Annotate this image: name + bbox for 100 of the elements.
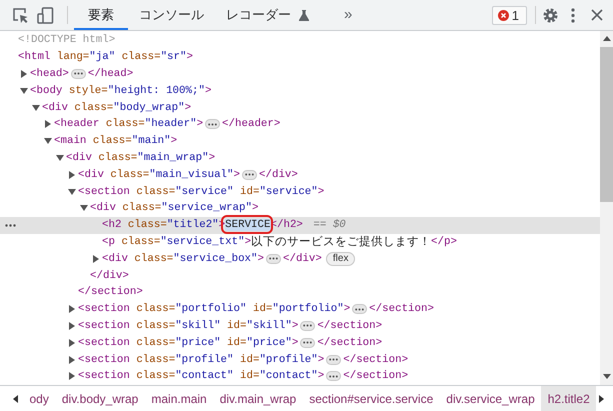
html-tag: <section	[78, 336, 130, 349]
html-tag: <div	[66, 152, 92, 164]
attribute-name: class=	[120, 236, 160, 248]
html-tag: </section>	[343, 370, 408, 382]
attribute-value: "portfolio"	[272, 303, 344, 316]
tree-row[interactable]: <div class="body_wrap">	[0, 99, 600, 116]
ellipsis-button[interactable]	[242, 170, 257, 180]
caret-icon[interactable]	[20, 88, 28, 94]
html-tag: </section>	[369, 303, 434, 316]
ellipsis-icon[interactable]	[5, 224, 16, 227]
attribute-value: "sr"	[160, 51, 186, 64]
tree-row[interactable]: </section>	[0, 284, 600, 301]
attribute-value: "portfolio"	[175, 303, 246, 316]
attribute-name: class=	[126, 219, 167, 232]
inspect-icon[interactable]	[12, 6, 29, 24]
panel-tab[interactable]: コンソール	[128, 0, 215, 30]
attribute-name: class=	[135, 303, 176, 316]
ellipsis-button[interactable]	[326, 371, 342, 382]
breadcrumb-item[interactable]: div.main_wrap	[213, 386, 303, 411]
caret-icon[interactable]	[32, 104, 40, 111]
ellipsis-icon	[303, 341, 312, 344]
tree-row[interactable]: <body style="height: 100%;">	[0, 82, 600, 100]
scroll-up-icon[interactable]	[602, 36, 610, 41]
html-tag: <main	[54, 135, 86, 148]
caret-icon[interactable]	[21, 70, 27, 78]
attribute-name: class=	[109, 168, 150, 181]
attribute-value: "service_txt"	[160, 236, 245, 248]
html-tag: </div>	[90, 270, 129, 282]
caret-icon[interactable]	[69, 170, 75, 179]
attribute-name: lang=	[56, 51, 90, 64]
tree-row[interactable]: <html lang="ja" class="sr">	[0, 48, 600, 66]
attribute-name: class=	[104, 118, 145, 130]
tree-row[interactable]: <main class="main">	[0, 132, 600, 150]
ellipsis-button[interactable]	[352, 304, 368, 314]
tree-row[interactable]: <section class="profile" id="profile"> </section>	[0, 351, 600, 368]
ellipsis-icon	[245, 173, 254, 176]
html-tag: <div	[102, 252, 128, 265]
tree-row[interactable]: <section class="skill" id="skill"> </section>	[0, 318, 600, 334]
attribute-name: id=	[252, 303, 272, 316]
ellipsis-button[interactable]	[70, 68, 86, 79]
more-options-icon[interactable]	[571, 8, 575, 22]
panel-tab[interactable]: レコーダー	[215, 0, 320, 30]
breadcrumb-item[interactable]: section#service.service	[302, 386, 440, 411]
tree-row[interactable]: <p class="service_txt">以下のサービスをご提供します！</p>	[0, 234, 600, 250]
breadcrumb-item[interactable]: ody	[23, 386, 56, 411]
ellipsis-icon	[329, 358, 338, 362]
tree-row[interactable]: <div class="main_wrap">	[0, 150, 600, 166]
caret-icon[interactable]	[80, 205, 88, 212]
attribute-value: "price"	[175, 336, 221, 349]
html-tag: </section>	[317, 336, 382, 349]
close-icon[interactable]	[591, 9, 603, 21]
html-tag: >	[184, 102, 192, 114]
scroll-left-icon[interactable]	[13, 394, 18, 402]
device-icon[interactable]	[37, 6, 54, 24]
tree-row[interactable]: <section class="contact" id="contact"> </section>	[0, 368, 600, 385]
scroll-right-icon[interactable]	[599, 394, 604, 402]
ellipsis-button[interactable]	[300, 338, 316, 348]
tree-row[interactable]: <section class="price" id="price"> </section>	[0, 334, 600, 352]
attribute-name: class=	[135, 320, 176, 332]
html-tag: >	[252, 202, 258, 214]
attribute-name: id=	[226, 320, 246, 332]
ellipsis-button[interactable]	[300, 320, 316, 331]
attribute-name: class=	[121, 202, 162, 214]
caret-icon[interactable]	[93, 254, 99, 263]
caret-icon[interactable]	[68, 188, 76, 195]
scrollbar[interactable]	[600, 31, 613, 385]
tree-row[interactable]: </div>	[0, 267, 600, 284]
html-tag: <p	[102, 236, 115, 248]
ellipsis-button[interactable]	[266, 254, 281, 264]
attribute-name: class=	[120, 51, 161, 64]
html-tag: </div>	[259, 168, 298, 181]
html-tag: >	[204, 84, 212, 97]
ellipsis-button[interactable]	[326, 354, 342, 365]
tree-row[interactable]: <section class="portfolio" id="portfolio"> </section>	[0, 300, 600, 318]
attribute-value: "contact"	[259, 370, 318, 382]
scroll-down-icon[interactable]	[602, 374, 610, 379]
caret-icon[interactable]	[45, 120, 51, 128]
more-tabs-button[interactable]: »	[320, 6, 364, 24]
tree-row[interactable]: <div class="service_wrap">	[0, 200, 600, 217]
breadcrumb-item[interactable]: div.service_wrap	[440, 386, 542, 411]
breadcrumb-item[interactable]: main.main	[144, 386, 214, 411]
attribute-name: class=	[97, 152, 138, 164]
tree-row[interactable]: <section class="service" id="service">	[0, 183, 600, 200]
html-tag: <section	[78, 320, 130, 332]
breadcrumb-item[interactable]: div.body_wrap	[55, 386, 145, 411]
tree-row[interactable]: <header class="header"> </header>	[0, 116, 600, 133]
settings-icon[interactable]	[542, 6, 559, 24]
error-count-button[interactable]: 1	[492, 6, 527, 24]
caret-icon[interactable]	[44, 138, 52, 144]
attribute-value: "main_wrap"	[137, 152, 209, 164]
ellipsis-button[interactable]	[205, 119, 220, 130]
attribute-name: class=	[73, 102, 114, 114]
layout-badge[interactable]: flex	[326, 252, 356, 266]
breadcrumb-item[interactable]: h2.title2	[541, 386, 596, 411]
caret-icon[interactable]	[56, 154, 64, 161]
tree-row[interactable]: <head> </head>	[0, 66, 600, 82]
tree-row[interactable]: <div class="main_visual"> </div>	[0, 166, 600, 184]
scrollbar-thumb[interactable]	[600, 47, 613, 202]
panel-tab[interactable]: 要素	[74, 0, 128, 30]
tree-row[interactable]: <div class="service_box"> </div> flex	[0, 250, 600, 268]
